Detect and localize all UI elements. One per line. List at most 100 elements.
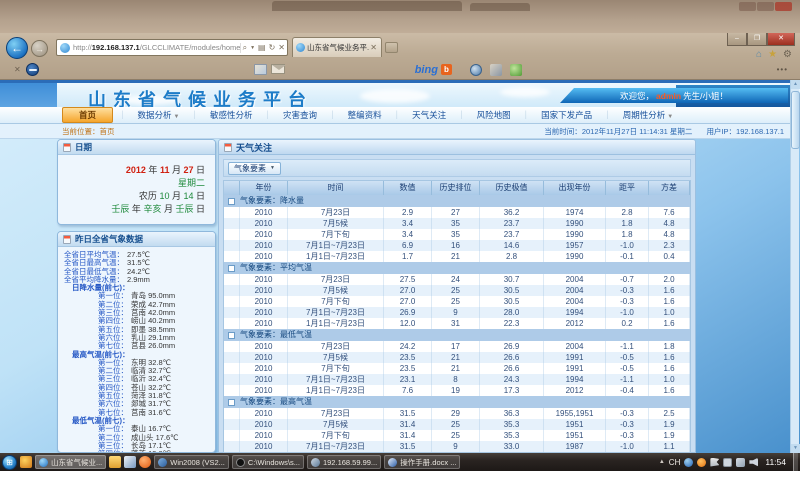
disc-icon[interactable] (470, 64, 482, 76)
scroll-up-icon[interactable]: ▲ (791, 80, 800, 89)
row-checkbox-cell (224, 352, 240, 363)
close-button[interactable]: ✕ (767, 33, 795, 46)
table-row[interactable]: 20101月1日~7月23日1.7212.81990-0.10.4 (224, 251, 690, 262)
table-cell: 25 (432, 296, 480, 307)
remote-access-icon[interactable] (697, 458, 706, 467)
table-row[interactable]: 20107月1日~7月23日31.5933.01987-1.01.1 (224, 441, 690, 452)
table-row[interactable]: 20107月23日31.52936.31955,1951-0.32.5 (224, 408, 690, 419)
table-row[interactable]: 20107月23日27.52430.72004-0.72.0 (224, 274, 690, 285)
compatibility-view-icon[interactable]: ▤ (258, 43, 266, 53)
show-desktop-button[interactable] (793, 453, 798, 471)
taskbar-window-button[interactable]: C:\Windows\s... (232, 455, 304, 469)
back-button[interactable]: ← (6, 37, 28, 59)
table-group-row[interactable]: 气象要素：最高气温 (224, 396, 690, 408)
search-icon[interactable]: ⌕ (243, 43, 247, 53)
taskbar-window-button[interactable]: 山东省气候业... (35, 455, 106, 469)
table-row[interactable]: 20107月下旬27.02530.52004-0.31.6 (224, 296, 690, 307)
table-row[interactable]: 20107月下旬23.52126.61991-0.51.6 (224, 363, 690, 374)
table-cell: 1990 (544, 229, 606, 240)
compass-icon[interactable] (26, 63, 39, 76)
media-player-icon[interactable] (139, 456, 151, 468)
stop-icon[interactable]: ✕ (278, 43, 285, 53)
maximize-button[interactable]: ❐ (747, 33, 767, 46)
nav-item-3[interactable]: 敏感性分析 (200, 108, 263, 122)
nav-item-6[interactable]: 天气关注 (402, 108, 456, 122)
taskbar-window-button[interactable]: 192.168.59.99... (307, 455, 381, 469)
nav-item-5[interactable]: 整编资料 (338, 108, 392, 122)
satellite-icon[interactable] (490, 64, 502, 76)
explorer-folder-icon[interactable] (109, 456, 121, 468)
table-row[interactable]: 20107月1日~7月23日23.1824.31994-1.11.0 (224, 374, 690, 385)
expand-box-icon[interactable] (228, 332, 235, 339)
start-button[interactable]: ⊞ (2, 455, 17, 470)
language-indicator[interactable]: CH (669, 458, 681, 467)
table-row[interactable]: 20107月5候27.02530.52004-0.31.6 (224, 285, 690, 296)
toolbar-close-icon[interactable]: ✕ (14, 65, 21, 74)
nav-item-9[interactable]: 周期性分析▼ (613, 108, 683, 122)
column-header: 数值 (384, 181, 432, 195)
expand-box-icon[interactable] (228, 265, 235, 272)
table-row[interactable]: 20107月5候31.42535.31951-0.31.9 (224, 419, 690, 430)
scroll-down-icon[interactable]: ▼ (791, 444, 800, 453)
group-label: 气象要素：最高气温 (240, 396, 312, 408)
more-options-icon[interactable]: ••• (777, 65, 788, 74)
refresh-icon[interactable]: ↻ (269, 43, 276, 53)
taskbar-window-button[interactable]: Win2008 (VS2... (154, 455, 229, 469)
table-row[interactable]: 20107月1日~7月23日6.91614.61957-1.02.3 (224, 240, 690, 251)
table-group-row[interactable]: 气象要素：降水量 (224, 195, 690, 207)
bing-logo[interactable]: bing b (415, 64, 452, 76)
browser-tab[interactable]: 山东省气候业务平... ✕ (292, 37, 382, 57)
new-tab-button[interactable] (385, 42, 398, 53)
minimize-button[interactable]: – (727, 33, 747, 46)
tray-expand-icon[interactable]: ▲ (659, 459, 665, 465)
nav-item-4[interactable]: 灾害查询 (273, 108, 327, 122)
table-row[interactable]: 20107月23日2.92736.219742.87.6 (224, 207, 690, 218)
background-window-controls[interactable] (739, 2, 792, 11)
pinned-app-icon[interactable] (20, 456, 32, 468)
dropdown-caret-icon[interactable]: ▼ (250, 43, 255, 53)
address-bar[interactable]: http://192.168.137.1/GLCCLIMATE/modules/… (56, 39, 288, 56)
table-cell: 1994 (544, 307, 606, 318)
table-row[interactable]: 20107月5候23.52126.61991-0.51.6 (224, 352, 690, 363)
calendar-panel: 日期 2012 年 11 月 27 日星期二农历 10 月 14 日壬辰 年 辛… (57, 139, 216, 225)
cards-icon[interactable] (254, 64, 267, 75)
table-row[interactable]: 20101月1日~7月23日12.03122.320120.21.6 (224, 318, 690, 329)
expand-box-icon[interactable] (228, 399, 235, 406)
nav-item-8[interactable]: 国家下发产品 (531, 108, 602, 122)
bg-maximize-button[interactable] (757, 2, 774, 11)
table-row[interactable]: 20107月5候3.43523.719901.84.8 (224, 218, 690, 229)
nav-item-7[interactable]: 风险地图 (467, 108, 521, 122)
weather-panel-body: 全省日平均气温：27.5℃全省日最高气温：31.5℃全省日最低气温：24.2℃全… (58, 247, 215, 453)
window-controls[interactable]: – ❐ ✕ (727, 33, 795, 46)
taskbar-clock[interactable]: 11:54 (762, 457, 789, 467)
forward-button[interactable]: → (31, 40, 48, 57)
element-dropdown-button[interactable]: 气象要素▼ (228, 162, 281, 175)
column-header: 历史排位 (432, 181, 480, 195)
table-group-row[interactable]: 气象要素：平均气温 (224, 262, 690, 274)
table-row[interactable]: 20107月1日~7月23日26.9928.01994-1.01.0 (224, 307, 690, 318)
nav-item-2[interactable]: 数据分析▼ (128, 108, 190, 122)
display-icon[interactable] (723, 458, 732, 467)
viewer-app-icon[interactable] (124, 456, 136, 468)
calendar-body: 2012 年 11 月 27 日星期二农历 10 月 14 日壬辰 年 辛亥 月… (58, 155, 215, 216)
volume-icon[interactable] (749, 458, 758, 467)
nav-item-1[interactable]: 首页 (62, 107, 113, 123)
url-text[interactable]: http://192.168.137.1/GLCCLIMATE/modules/… (73, 43, 240, 52)
tab-close-icon[interactable]: ✕ (369, 43, 378, 52)
bg-close-button[interactable] (775, 2, 792, 11)
scrollbar-thumb[interactable] (791, 91, 800, 149)
bg-minimize-button[interactable] (739, 2, 756, 11)
table-row[interactable]: 20101月1日~7月23日7.61917.32012-0.41.6 (224, 385, 690, 396)
page-scrollbar[interactable]: ▲ ▼ (790, 80, 799, 453)
taskbar-window-button[interactable]: 操作手册.docx ... (384, 455, 460, 469)
table-group-row[interactable]: 气象要素：最低气温 (224, 329, 690, 341)
table-row[interactable]: 20107月下旬3.43523.719901.84.8 (224, 229, 690, 240)
expand-box-icon[interactable] (228, 198, 235, 205)
table-row[interactable]: 20107月下旬31.42535.31951-0.31.9 (224, 430, 690, 441)
action-center-flag-icon[interactable] (710, 458, 719, 467)
mail-icon[interactable] (271, 64, 285, 74)
people-icon[interactable] (510, 64, 522, 76)
tray-app-icon[interactable] (684, 458, 693, 467)
network-icon[interactable] (736, 458, 745, 467)
table-row[interactable]: 20107月23日24.21726.92004-1.11.8 (224, 341, 690, 352)
